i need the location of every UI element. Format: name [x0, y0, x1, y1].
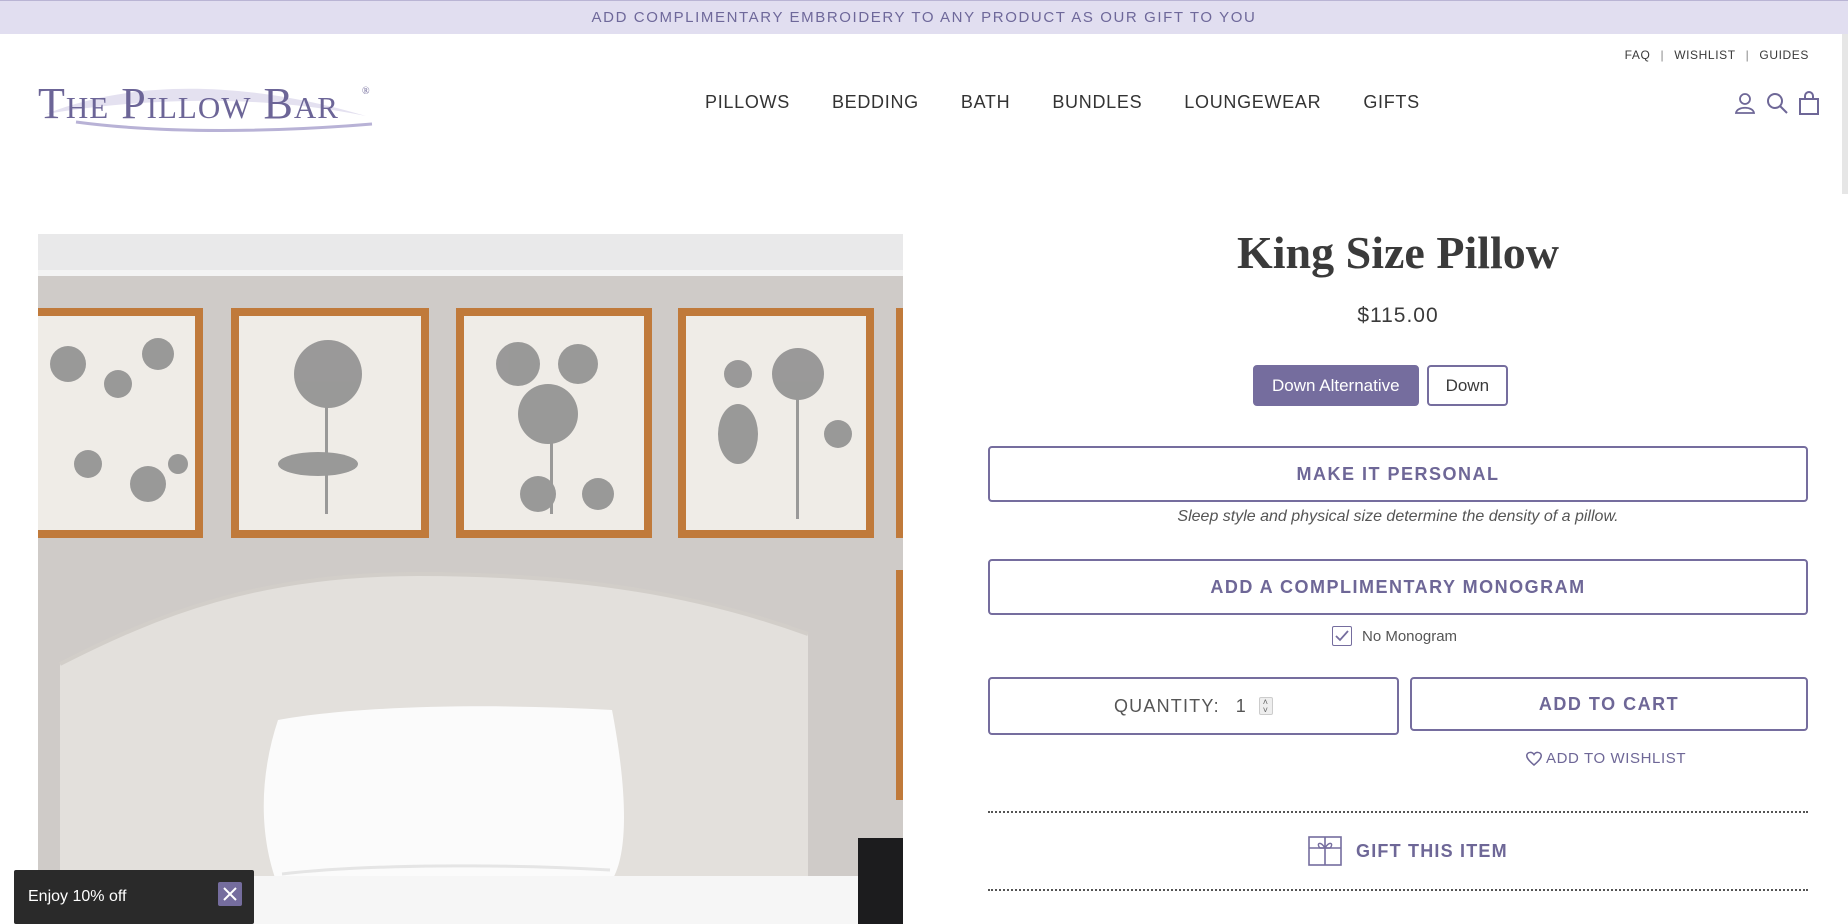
add-to-wishlist-link[interactable]: ADD TO WISHLIST	[1526, 750, 1686, 767]
density-note: Sleep style and physical size determine …	[1177, 508, 1619, 525]
checkbox-icon[interactable]	[1332, 626, 1352, 646]
main-nav: PILLOWS BEDDING BATH BUNDLES LOUNGEWEAR …	[705, 92, 1462, 113]
no-monogram-checkbox[interactable]: No Monogram	[1332, 626, 1457, 646]
separator: |	[1660, 48, 1665, 62]
faq-link[interactable]: FAQ	[1625, 48, 1651, 62]
no-monogram-label: No Monogram	[1362, 627, 1458, 645]
variant-option-down-alternative[interactable]: Down Alternative	[1253, 365, 1419, 406]
stepper-down-icon[interactable]: ˅	[1263, 706, 1269, 715]
product-photo	[38, 234, 903, 924]
quantity-value[interactable]: 1	[1236, 696, 1247, 717]
add-to-cart-button[interactable]: ADD TO CART	[1410, 677, 1808, 731]
divider	[988, 889, 1808, 891]
wishlist-label: ADD TO WISHLIST	[1546, 750, 1687, 767]
quantity-stepper[interactable]: ˄ ˅	[1259, 697, 1274, 715]
announcement-bar: ADD COMPLIMENTARY EMBROIDERY TO ANY PROD…	[0, 0, 1848, 34]
variant-option-down[interactable]: Down	[1426, 365, 1509, 406]
quantity-label: QUANTITY:	[1113, 695, 1220, 716]
header-icons	[1725, 91, 1821, 115]
heart-icon	[1526, 751, 1542, 766]
nav-item-bedding[interactable]: BEDDING	[832, 92, 919, 113]
wishlist-link[interactable]: WISHLIST	[1674, 48, 1735, 62]
separator: |	[1745, 48, 1750, 62]
close-icon[interactable]	[218, 882, 242, 906]
product-image[interactable]	[38, 234, 903, 924]
announcement-text: ADD COMPLIMENTARY EMBROIDERY TO ANY PROD…	[591, 9, 1257, 26]
variant-selector: Down Alternative Down	[1253, 365, 1516, 406]
product-price: $115.00	[1357, 304, 1439, 327]
nav-item-pillows[interactable]: PILLOWS	[705, 92, 790, 113]
guides-link[interactable]: GUIDES	[1759, 48, 1809, 62]
nav-item-bundles[interactable]: BUNDLES	[1052, 92, 1142, 113]
logo-registered-mark: ®	[362, 86, 370, 97]
gift-this-item-button[interactable]: GIFT THIS ITEM	[1308, 836, 1508, 866]
cart-bag-icon[interactable]	[1797, 91, 1821, 115]
make-it-personal-button[interactable]: MAKE IT PERSONAL	[988, 446, 1808, 502]
quantity-field: QUANTITY: 1 ˄ ˅	[988, 677, 1399, 735]
add-monogram-button[interactable]: ADD A COMPLIMENTARY MONOGRAM	[988, 559, 1808, 615]
nav-item-loungewear[interactable]: LOUNGEWEAR	[1184, 92, 1321, 113]
site-logo[interactable]: The Pillow Bar ®	[36, 72, 380, 134]
gift-icon	[1308, 836, 1342, 866]
logo-wordmark: The Pillow Bar	[38, 79, 339, 128]
gift-label: GIFT THIS ITEM	[1356, 840, 1508, 861]
nav-item-bath[interactable]: BATH	[961, 92, 1010, 113]
search-icon[interactable]	[1765, 91, 1789, 115]
nav-item-gifts[interactable]: GIFTS	[1363, 92, 1420, 113]
discount-popup[interactable]: Enjoy 10% off	[14, 870, 254, 924]
scrollbar[interactable]	[1842, 34, 1848, 194]
product-title: King Size Pillow	[1237, 227, 1559, 278]
divider	[988, 811, 1808, 813]
utility-links: FAQ | WISHLIST | GUIDES	[1625, 48, 1809, 62]
account-icon[interactable]	[1733, 91, 1757, 115]
discount-popup-text[interactable]: Enjoy 10% off	[28, 888, 126, 906]
